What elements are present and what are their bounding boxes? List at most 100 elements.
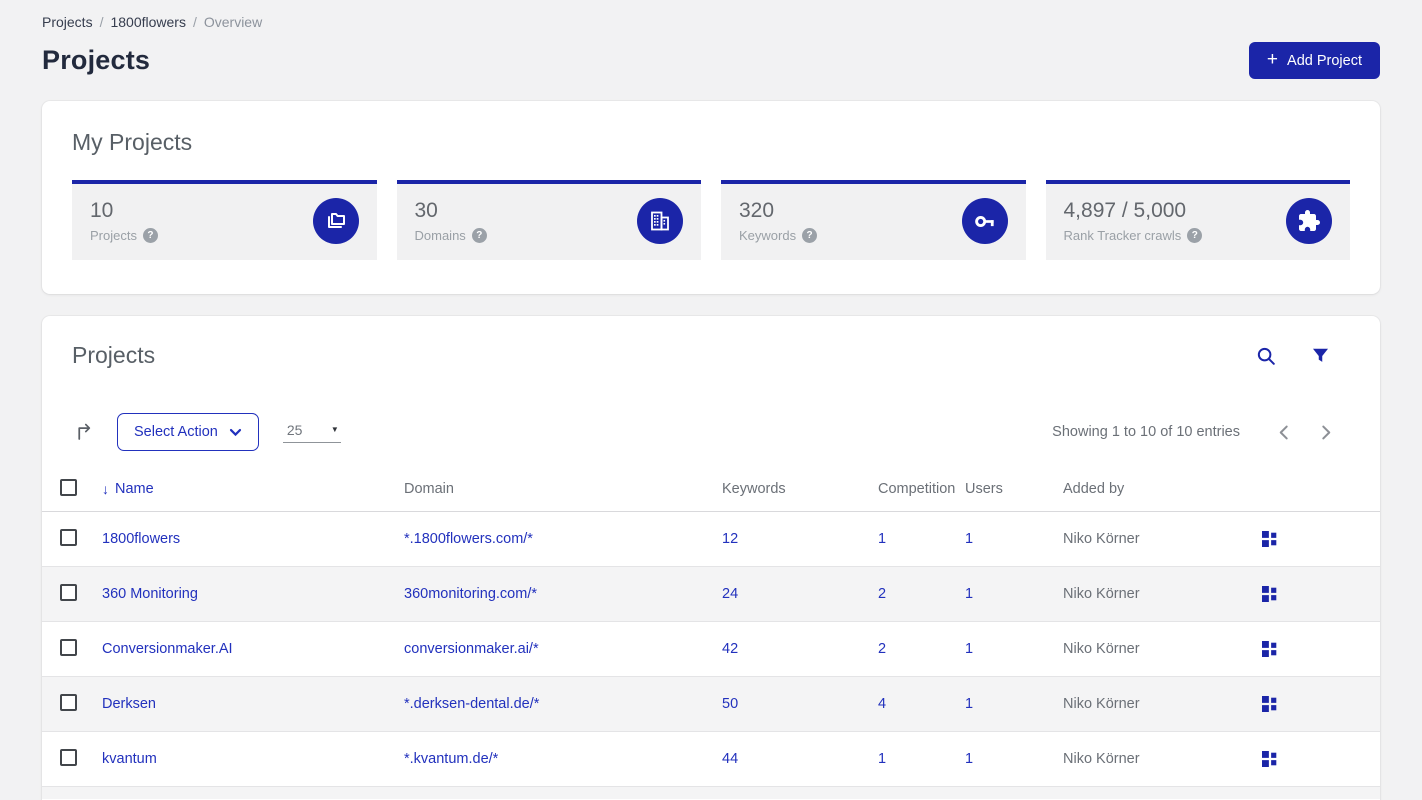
users-count-link[interactable]: 1 [965,531,973,547]
column-header-keywords[interactable]: Keywords [706,467,862,512]
stat-domains: 30 Domains ? [396,180,701,260]
competition-count-link[interactable]: 1 [878,751,886,767]
users-count-link[interactable]: 1 [965,641,973,657]
search-icon[interactable] [1253,343,1279,369]
stat-domains-label: Domains [414,228,466,243]
project-name-link[interactable]: Derksen [102,696,156,712]
export-icon[interactable] [72,419,97,445]
stats-grid: 10 Projects ? 30 Domains ? 320 Keywords … [72,180,1350,260]
add-project-label: Add Project [1287,52,1362,69]
key-icon [961,198,1008,244]
stat-rank-tracker-crawls: 4,897 / 5,000 Rank Tracker crawls ? [1045,180,1350,260]
breadcrumb-1800flowers[interactable]: 1800flowers [110,14,186,30]
dashboard-grid-icon[interactable] [1260,584,1280,604]
breadcrumb-separator: / [192,14,197,30]
dashboard-grid-icon[interactable] [1260,529,1280,549]
stat-keywords-value: 320 [739,199,775,222]
project-domain-link[interactable]: *.derksen-dental.de/* [404,696,539,712]
showing-entries-text: Showing 1 to 10 of 10 entries [1052,424,1240,440]
competition-count-link[interactable]: 4 [878,696,886,712]
added-by-text: Niko Körner [1063,751,1140,767]
breadcrumb-projects[interactable]: Projects [42,14,93,30]
keywords-count-link[interactable]: 44 [722,751,738,767]
table-row: kvantum *.kvantum.de/* 44 1 1 Niko Körne… [42,732,1380,787]
pagination-next-icon[interactable] [1309,420,1344,445]
help-icon[interactable]: ? [1187,228,1203,243]
project-domain-link[interactable]: *.kvantum.de/* [404,751,498,767]
added-by-text: Niko Körner [1063,531,1140,547]
keywords-count-link[interactable]: 12 [722,531,738,547]
sort-desc-icon: ↓ [102,481,109,497]
column-header-domain[interactable]: Domain [388,467,706,512]
select-all-checkbox[interactable] [60,478,77,496]
table-row: 1800flowers *.1800flowers.com/* 12 1 1 N… [42,512,1380,567]
stat-crawls-value: 4,897 / 5,000 [1063,199,1187,222]
row-checkbox[interactable] [60,693,77,711]
project-domain-link[interactable]: conversionmaker.ai/* [404,641,539,657]
table-header-row: ↓ Name Domain Keywords Competition Users… [42,467,1380,512]
dashboard-grid-icon[interactable] [1260,639,1280,659]
projects-card: Projects Select Action 25 ▼ Showing 1 to… [42,316,1380,800]
project-domain-link[interactable]: *.1800flowers.com/* [404,531,533,547]
page: Projects / 1800flowers / Overview Projec… [0,0,1422,800]
table-row: Conversionmaker.AI conversionmaker.ai/* … [42,622,1380,677]
help-icon[interactable]: ? [802,228,818,243]
stat-keywords: 320 Keywords ? [721,180,1026,260]
keywords-count-link[interactable]: 24 [722,586,738,602]
my-projects-title: My Projects [72,129,193,155]
column-header-users[interactable]: Users [949,467,1047,512]
my-projects-card: My Projects 10 Projects ? 30 Domains ? 3… [42,101,1380,294]
row-checkbox[interactable] [60,638,77,656]
project-name-link[interactable]: kvantum [102,751,157,767]
dashboard-grid-icon[interactable] [1260,694,1280,714]
dashboard-grid-icon[interactable] [1260,749,1280,769]
filter-icon[interactable] [1309,344,1332,367]
page-size-select[interactable]: 25 ▼ [282,421,341,443]
added-by-text: Niko Körner [1063,586,1140,602]
page-title: Projects [42,45,151,75]
stat-projects-label: Projects [90,228,137,243]
competition-count-link[interactable]: 2 [878,641,886,657]
column-header-added-by[interactable]: Added by [1047,467,1240,512]
table-row: Derksen *.derksen-dental.de/* 50 4 1 Nik… [42,676,1380,732]
projects-panel-title: Projects [72,342,156,368]
project-domain-link[interactable]: 360monitoring.com/* [404,586,537,602]
stat-projects-value: 10 [90,199,114,222]
keywords-count-link[interactable]: 42 [722,641,738,657]
breadcrumb-overview: Overview [203,14,263,30]
help-icon[interactable]: ? [471,228,487,243]
row-checkbox[interactable] [60,748,77,766]
project-name-link[interactable]: 360 Monitoring [102,586,198,602]
added-by-text: Niko Körner [1063,641,1140,657]
add-project-button[interactable]: + Add Project [1248,42,1380,79]
competition-count-link[interactable]: 2 [878,586,886,602]
stat-crawls-label: Rank Tracker crawls [1063,228,1182,243]
select-triangle-icon: ▼ [330,425,339,434]
stat-projects: 10 Projects ? [72,180,377,260]
keywords-count-link[interactable]: 50 [722,696,738,712]
page-header: Projects + Add Project [42,42,1380,79]
project-name-link[interactable]: 1800flowers [102,531,180,547]
users-count-link[interactable]: 1 [965,696,973,712]
breadcrumb: Projects / 1800flowers / Overview [42,0,1380,30]
chevron-down-icon [229,428,241,436]
breadcrumb-separator: / [99,14,104,30]
plus-icon: + [1266,49,1279,70]
column-header-competition[interactable]: Competition [862,467,955,512]
help-icon[interactable]: ? [142,228,158,243]
column-header-name[interactable]: ↓ Name [86,467,388,512]
added-by-text: Niko Körner [1063,696,1140,712]
stat-domains-value: 30 [414,199,438,222]
select-action-label: Select Action [134,424,218,440]
users-count-link[interactable]: 1 [965,751,973,767]
select-action-dropdown[interactable]: Select Action [117,413,259,451]
competition-count-link[interactable]: 1 [878,531,886,547]
users-count-link[interactable]: 1 [965,586,973,602]
pagination-prev-icon[interactable] [1266,420,1301,445]
row-checkbox[interactable] [60,528,77,546]
project-name-link[interactable]: Conversionmaker.AI [102,641,233,657]
projects-table: ↓ Name Domain Keywords Competition Users… [42,467,1380,787]
folders-icon [312,198,359,244]
row-checkbox[interactable] [60,583,77,601]
page-size-value: 25 [286,421,303,438]
